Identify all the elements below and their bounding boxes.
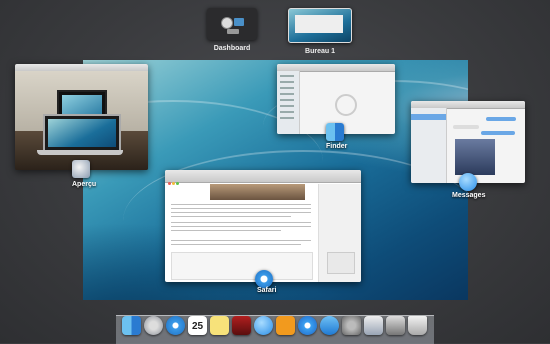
window-messages[interactable] xyxy=(411,101,525,183)
finder-sidebar xyxy=(277,71,300,134)
ibooks-icon[interactable] xyxy=(276,316,295,335)
trash-icon[interactable] xyxy=(408,316,427,335)
message-bubble xyxy=(453,125,479,129)
messages-label: Messages xyxy=(452,192,486,199)
desktop-1-thumbnail[interactable] xyxy=(288,8,352,43)
desktop-1-label: Bureau 1 xyxy=(305,48,335,55)
finder-label: Finder xyxy=(326,143,348,150)
mission-control: Dashboard Bureau 1 Aperçu Finder Message… xyxy=(0,0,550,344)
system-preferences-icon[interactable] xyxy=(342,316,361,335)
notes-icon[interactable] xyxy=(210,316,229,335)
text-line xyxy=(171,226,311,227)
text-line xyxy=(171,240,311,241)
finder-icon[interactable] xyxy=(122,316,141,335)
window-safari[interactable] xyxy=(165,170,361,282)
messages-app-icon xyxy=(459,173,477,191)
photo-laptop-base xyxy=(37,150,123,155)
app-store-icon[interactable] xyxy=(320,316,339,335)
text-line xyxy=(171,208,311,209)
comment-box xyxy=(171,252,313,280)
preview-app-icon xyxy=(72,160,90,178)
messages-sidebar xyxy=(411,108,447,183)
text-line xyxy=(171,230,281,231)
photo-laptop xyxy=(43,114,121,152)
clock-widget-icon xyxy=(221,17,233,29)
apercu-label: Aperçu xyxy=(72,181,97,188)
message-photo xyxy=(455,139,495,175)
safari-label: Safari xyxy=(257,287,277,294)
finder-app-icon xyxy=(326,123,344,141)
safari-sidebar xyxy=(318,184,361,282)
safari-icon[interactable] xyxy=(166,316,185,335)
text-line xyxy=(171,212,311,213)
migration-assistant-icon[interactable] xyxy=(386,316,405,335)
weather-widget-icon xyxy=(234,18,244,26)
message-bubble xyxy=(481,131,515,135)
window-apercu[interactable] xyxy=(15,64,148,170)
text-line xyxy=(171,204,311,205)
itunes-icon[interactable] xyxy=(298,316,317,335)
message-bubble xyxy=(486,117,516,121)
launchpad-icon[interactable] xyxy=(144,316,163,335)
photo-booth-icon[interactable] xyxy=(232,316,251,335)
window-titlebar xyxy=(165,170,361,185)
space-desktop-1[interactable]: Bureau 1 xyxy=(288,8,352,55)
conversation-selected xyxy=(411,114,446,120)
calculator-widget-icon xyxy=(227,29,239,34)
messages-icon[interactable] xyxy=(254,316,273,335)
text-line xyxy=(171,216,291,217)
dashboard-label: Dashboard xyxy=(213,45,251,52)
text-line xyxy=(171,244,301,245)
sidebar-ad xyxy=(327,252,355,274)
space-dashboard[interactable]: Dashboard xyxy=(206,8,258,52)
preview-icon[interactable] xyxy=(364,316,383,335)
thumbnail-window xyxy=(295,15,343,33)
finder-empty-icon xyxy=(335,94,357,116)
safari-app-icon xyxy=(255,270,273,288)
calendar-icon[interactable]: 25 xyxy=(188,316,207,335)
text-line xyxy=(171,222,311,223)
dashboard-thumbnail[interactable] xyxy=(207,8,257,40)
article-photo xyxy=(210,184,305,200)
